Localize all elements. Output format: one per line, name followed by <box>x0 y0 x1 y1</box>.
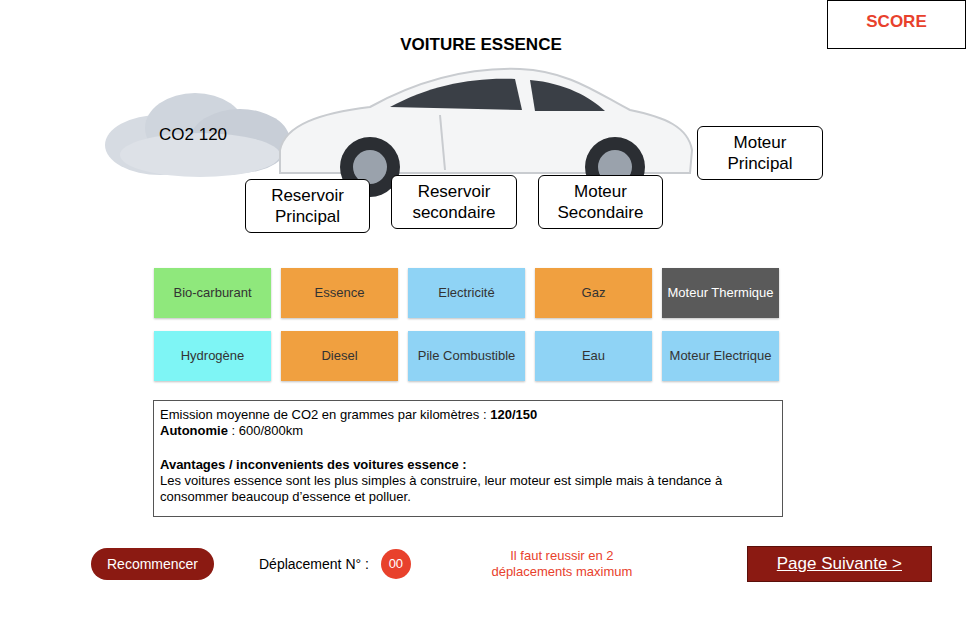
drop-zone[interactable]: Moteur Secondaire <box>538 175 663 229</box>
move-label: Déplacement N° : <box>259 554 369 575</box>
item-tile[interactable]: Hydrogène <box>154 331 271 381</box>
drop-zone[interactable]: Reservoir Principal <box>245 179 370 233</box>
next-page-button[interactable]: Page Suivante > <box>747 546 932 582</box>
hint-text: Il faut reussir en 2déplacements maximum <box>467 548 657 580</box>
item-tile[interactable]: Essence <box>281 268 398 318</box>
item-tile[interactable]: Eau <box>535 331 652 381</box>
game-screen: SCOREVOITURE ESSENCECO2 120Reservoir Pri… <box>0 0 968 624</box>
info-box: Emission moyenne de CO2 en grammes par k… <box>153 400 783 517</box>
item-tile[interactable]: Moteur Electrique <box>662 331 779 381</box>
item-tile[interactable]: Bio-carburant <box>154 268 271 318</box>
exhaust-cloud: CO2 120 <box>100 83 295 183</box>
page-title: VOITURE ESSENCE <box>0 0 968 55</box>
move-counter: 00 <box>381 549 411 579</box>
item-tile[interactable]: Gaz <box>535 268 652 318</box>
item-tile[interactable]: Moteur Thermique <box>662 268 779 318</box>
item-tile[interactable]: Diesel <box>281 331 398 381</box>
item-tile[interactable]: Electricité <box>408 268 525 318</box>
drop-zone[interactable]: Reservoir secondaire <box>391 175 517 229</box>
score-box: SCORE <box>827 0 966 49</box>
restart-button[interactable]: Recommencer <box>91 548 214 580</box>
item-tile[interactable]: Pile Combustible <box>408 331 525 381</box>
tile-grid: Bio-carburantEssenceElectricitéGazMoteur… <box>154 268 786 381</box>
car-stage: CO2 120Reservoir Principal Reservoir seco… <box>0 55 968 240</box>
footer-bar: Recommencer Déplacement N° : 00 Il faut reu… <box>0 545 968 583</box>
drop-zone[interactable]: Moteur Principal <box>697 126 823 180</box>
